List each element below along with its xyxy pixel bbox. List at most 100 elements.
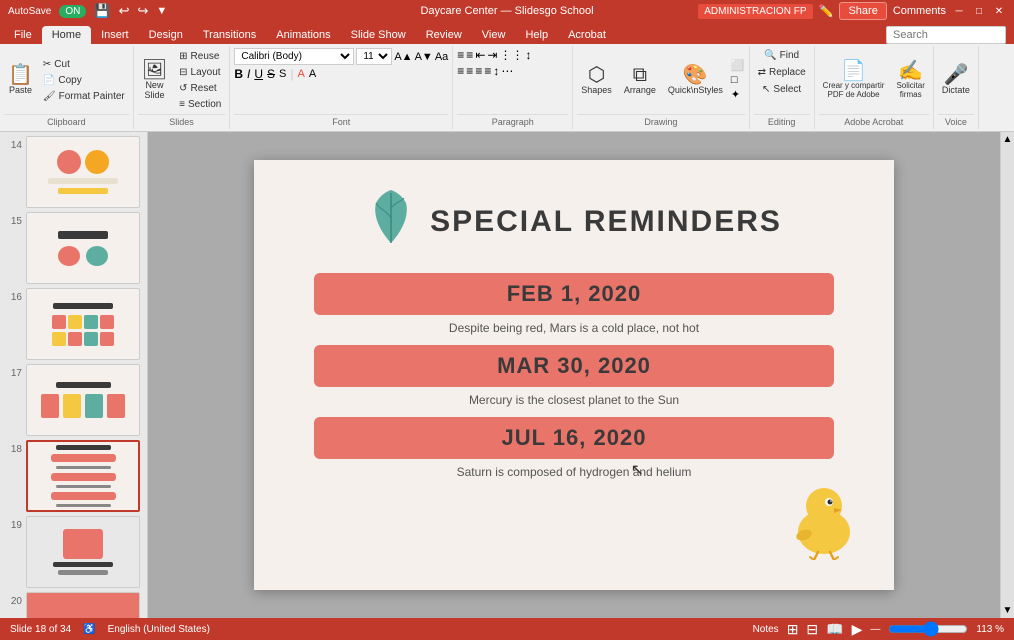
autosave-toggle[interactable]: ON xyxy=(59,5,86,18)
align-left-button[interactable]: ≡ xyxy=(457,64,464,78)
slides-label[interactable]: Slides xyxy=(138,114,226,129)
reuse-slides-button[interactable]: ⊞Reuse xyxy=(175,49,225,64)
bullet-list-button[interactable]: ≡ xyxy=(457,48,464,62)
section-button[interactable]: ≡Section xyxy=(175,97,225,112)
copy-button[interactable]: 📄Copy xyxy=(39,73,129,88)
slide-thumb-14[interactable]: 14 xyxy=(4,136,143,208)
share-button[interactable]: Share xyxy=(839,2,886,20)
slide-thumb-16[interactable]: 16 xyxy=(4,288,143,360)
tab-design[interactable]: Design xyxy=(139,26,193,44)
paragraph-label[interactable]: Paragraph xyxy=(457,114,568,129)
columns-button[interactable]: ⋮⋮ xyxy=(499,48,523,62)
tab-file[interactable]: File xyxy=(4,26,42,44)
slide-preview-17[interactable] xyxy=(26,364,140,436)
align-right-button[interactable]: ≡ xyxy=(475,64,482,78)
drawing-label[interactable]: Drawing xyxy=(577,114,744,129)
font-color-button[interactable]: A xyxy=(298,68,305,80)
paste-button[interactable]: 📋 Paste xyxy=(4,52,37,108)
decrease-indent-button[interactable]: ⇤ xyxy=(475,48,485,62)
replace-button[interactable]: ⇄Replace xyxy=(754,65,810,80)
bold-button[interactable]: B xyxy=(234,67,243,81)
smart-art-button[interactable]: ⋯ xyxy=(501,64,513,78)
shape-outline-button[interactable]: □ xyxy=(731,74,745,86)
redo-icon[interactable]: ↪ xyxy=(137,3,148,19)
font-family-select[interactable]: Calibri (Body) xyxy=(234,48,354,65)
slide-preview-19[interactable] xyxy=(26,516,140,588)
undo-icon[interactable]: ↩ xyxy=(119,3,130,19)
underline-button[interactable]: U xyxy=(254,67,263,81)
tab-insert[interactable]: Insert xyxy=(91,26,139,44)
select-button[interactable]: ↖Select xyxy=(758,82,805,97)
editing-label[interactable]: Editing xyxy=(754,114,810,129)
italic-button[interactable]: I xyxy=(247,67,250,81)
slide-thumb-15[interactable]: 15 xyxy=(4,212,143,284)
slide-thumb-20[interactable]: 20 xyxy=(4,592,143,618)
solicitar-firmas-button[interactable]: ✍ Solicitar firmas xyxy=(892,52,928,108)
slide-preview-18[interactable] xyxy=(26,440,140,512)
slideshow-button[interactable]: ▶ xyxy=(852,621,863,638)
font-size-select[interactable]: 11 xyxy=(356,48,392,65)
arrange-button[interactable]: ⧉ Arrange xyxy=(620,52,660,108)
normal-view-button[interactable]: ⊞ xyxy=(787,621,799,638)
text-shadow-button[interactable]: S xyxy=(279,68,286,80)
notes-button[interactable]: Notes xyxy=(753,624,779,635)
justify-button[interactable]: ≡ xyxy=(484,64,491,78)
slide-sorter-button[interactable]: ⊟ xyxy=(806,621,818,638)
align-center-button[interactable]: ≡ xyxy=(466,64,473,78)
new-slide-button[interactable]: 🖼 New Slide xyxy=(138,52,171,108)
find-button[interactable]: 🔍Find xyxy=(760,48,803,63)
pen-icon[interactable]: ✏️ xyxy=(819,4,834,18)
zoom-slider[interactable] xyxy=(888,621,968,637)
tab-slideshow[interactable]: Slide Show xyxy=(341,26,416,44)
decrease-font-button[interactable]: A▼ xyxy=(415,51,433,63)
adobe-label[interactable]: Adobe Acrobat xyxy=(819,114,929,129)
font-label[interactable]: Font xyxy=(234,114,448,129)
increase-font-button[interactable]: A▲ xyxy=(394,51,412,63)
maximize-button[interactable]: □ xyxy=(972,4,986,18)
shape-effects-button[interactable]: ✦ xyxy=(731,88,745,101)
minimize-button[interactable]: ─ xyxy=(952,4,966,18)
layout-button[interactable]: ⊟Layout xyxy=(175,65,225,80)
tab-view[interactable]: View xyxy=(472,26,516,44)
tab-home[interactable]: Home xyxy=(42,26,91,44)
numbered-list-button[interactable]: ≡ xyxy=(466,48,473,62)
slide-preview-14[interactable] xyxy=(26,136,140,208)
tab-animations[interactable]: Animations xyxy=(266,26,340,44)
customize-icon[interactable]: ▼ xyxy=(156,5,167,17)
shapes-button[interactable]: ⬡ Shapes xyxy=(577,52,616,108)
text-direction-button[interactable]: ↕ xyxy=(525,48,531,62)
slide-thumb-17[interactable]: 17 xyxy=(4,364,143,436)
close-button[interactable]: ✕ xyxy=(992,4,1006,18)
canvas-area[interactable]: SPECIAL REMINDERS FEB 1, 2020 Despite be… xyxy=(148,132,1000,618)
search-input[interactable] xyxy=(886,26,1006,44)
slide-thumb-18[interactable]: 18 xyxy=(4,440,143,512)
right-scrollbar[interactable]: ▲ ▼ xyxy=(1000,132,1014,618)
tab-acrobat[interactable]: Acrobat xyxy=(558,26,616,44)
format-painter-button[interactable]: 🖌Format Painter xyxy=(39,89,129,104)
dictate-button[interactable]: 🎤 Dictate xyxy=(938,52,974,108)
zoom-level[interactable]: 113 % xyxy=(976,624,1004,635)
scroll-up-button[interactable]: ▲ xyxy=(1003,134,1013,145)
reset-button[interactable]: ↺Reset xyxy=(175,81,225,96)
line-spacing-button[interactable]: ↕ xyxy=(493,64,499,78)
voice-label[interactable]: Voice xyxy=(938,114,974,129)
language[interactable]: English (United States) xyxy=(108,624,210,635)
cut-button[interactable]: ✂Cut xyxy=(39,57,129,72)
tab-review[interactable]: Review xyxy=(416,26,472,44)
clipboard-label[interactable]: Clipboard xyxy=(4,114,129,129)
accessibility-icon[interactable]: ♿ xyxy=(83,624,95,635)
increase-indent-button[interactable]: ⇥ xyxy=(487,48,497,62)
tab-transitions[interactable]: Transitions xyxy=(193,26,266,44)
tab-help[interactable]: Help xyxy=(515,26,558,44)
comments-button[interactable]: Comments xyxy=(893,5,946,17)
quick-styles-button[interactable]: 🎨 Quick\nStyles xyxy=(664,52,727,108)
clear-format-button[interactable]: Aa xyxy=(435,51,448,63)
strikethrough-button[interactable]: S xyxy=(267,67,275,81)
crear-pdf-button[interactable]: 📄 Crear y compartir PDF de Adobe xyxy=(819,52,889,108)
slide-thumb-19[interactable]: 19 xyxy=(4,516,143,588)
slide-preview-15[interactable] xyxy=(26,212,140,284)
shape-fill-button[interactable]: ⬜ xyxy=(731,59,745,72)
text-highlight-button[interactable]: A xyxy=(309,68,316,80)
slide-preview-16[interactable] xyxy=(26,288,140,360)
scroll-down-button[interactable]: ▼ xyxy=(1003,605,1013,616)
